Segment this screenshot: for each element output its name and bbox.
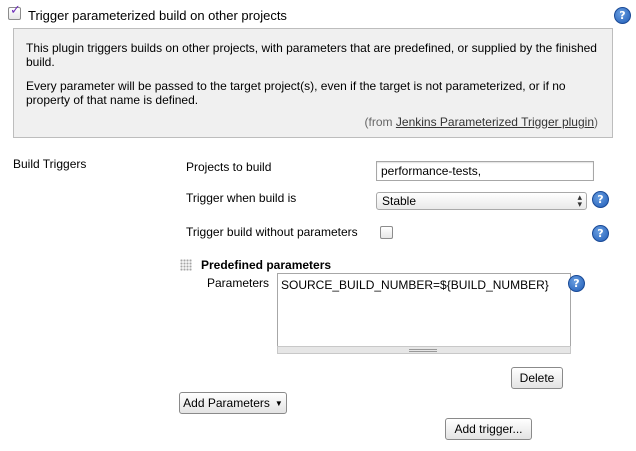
- plugin-description-box: This plugin triggers builds on other pro…: [13, 28, 613, 138]
- dropdown-caret-icon: ▼: [274, 399, 283, 408]
- trigger-when-select[interactable]: Stable ▴ ▾: [376, 192, 587, 210]
- projects-to-build-label: Projects to build: [186, 160, 272, 174]
- select-arrows-icon: ▴ ▾: [577, 192, 582, 209]
- help-icon[interactable]: ?: [592, 225, 609, 242]
- predefined-parameters-title: Predefined parameters: [201, 258, 332, 272]
- trigger-without-params-label: Trigger build without parameters: [186, 225, 358, 239]
- drag-handle-icon[interactable]: [180, 259, 192, 271]
- help-icon[interactable]: ?: [614, 7, 631, 24]
- parameters-value: SOURCE_BUILD_NUMBER=${BUILD_NUMBER}: [281, 278, 549, 292]
- section-title: Trigger parameterized build on other pro…: [28, 8, 287, 23]
- trigger-when-label: Trigger when build is: [186, 191, 297, 205]
- plugin-link[interactable]: Jenkins Parameterized Trigger plugin: [396, 115, 594, 129]
- add-trigger-button[interactable]: Add trigger...: [445, 418, 532, 440]
- help-icon[interactable]: ?: [592, 191, 609, 208]
- parameters-label: Parameters: [207, 276, 270, 290]
- add-parameters-label: Add Parameters: [183, 396, 270, 410]
- enable-trigger-checkbox[interactable]: ✓: [8, 3, 21, 20]
- build-triggers-label: Build Triggers: [13, 157, 87, 171]
- description-paragraph-2: Every parameter will be passed to the ta…: [26, 79, 566, 107]
- plugin-source: (from Jenkins Parameterized Trigger plug…: [365, 115, 598, 129]
- help-icon[interactable]: ?: [568, 275, 585, 292]
- checkmark-icon: ✓: [10, 3, 21, 18]
- source-suffix: ): [594, 115, 598, 129]
- delete-button[interactable]: Delete: [511, 367, 563, 389]
- trigger-without-params-checkbox[interactable]: [380, 226, 393, 239]
- textarea-resize-bar[interactable]: [277, 346, 571, 354]
- resize-grip-icon: [409, 349, 437, 352]
- projects-to-build-value: performance-tests,: [381, 164, 482, 178]
- trigger-when-value: Stable: [382, 194, 417, 208]
- add-parameters-button[interactable]: Add Parameters ▼: [179, 392, 287, 414]
- parameters-textarea[interactable]: SOURCE_BUILD_NUMBER=${BUILD_NUMBER}: [277, 273, 571, 347]
- projects-to-build-input[interactable]: performance-tests,: [376, 161, 594, 181]
- description-paragraph-1: This plugin triggers builds on other pro…: [26, 41, 597, 69]
- source-prefix: (from: [364, 115, 396, 129]
